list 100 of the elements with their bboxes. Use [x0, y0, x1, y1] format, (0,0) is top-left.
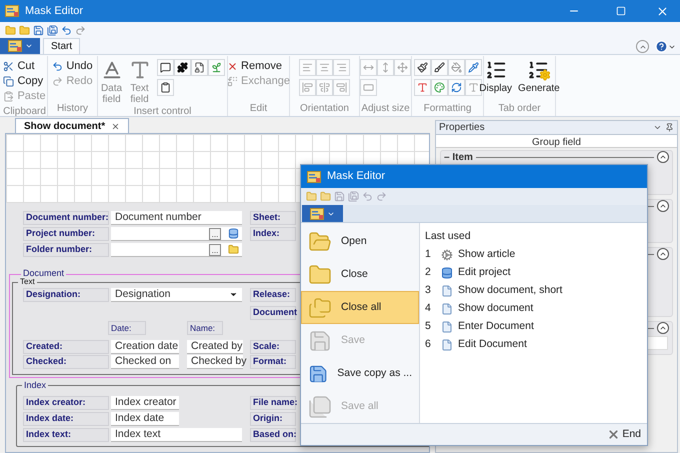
field-label: Scale:: [250, 340, 296, 354]
browse-button[interactable]: ...: [209, 228, 221, 240]
ribbon-button[interactable]: Cut: [3, 59, 46, 74]
caret-icon[interactable]: [668, 43, 676, 51]
field-label: Project number:: [23, 227, 109, 241]
ribbon-tab[interactable]: Start: [43, 38, 80, 54]
numbered-list-gear-icon: [526, 59, 551, 81]
numbered-list-icon: [484, 59, 507, 81]
document-tab[interactable]: Show document*: [15, 118, 130, 133]
menu-item[interactable]: Save copy as ...: [301, 357, 419, 390]
rectangle-icon: [363, 82, 374, 93]
close-tab-icon[interactable]: [111, 122, 120, 130]
chevron-up-icon: [659, 153, 667, 161]
dropdown-field[interactable]: Designation: [111, 288, 242, 302]
ribbon-button[interactable]: Copy: [3, 74, 46, 89]
dropdown-arrow-icon: [229, 290, 238, 299]
collapse-button[interactable]: [657, 322, 669, 334]
collapse-button[interactable]: [657, 200, 669, 212]
pin-icon[interactable]: [665, 123, 674, 132]
recent-item[interactable]: Enter Document: [441, 318, 534, 335]
close-icon[interactable]: [656, 4, 669, 18]
tool-button[interactable]: [156, 59, 174, 76]
paste-icon: [3, 91, 14, 102]
align-left-icon: [302, 62, 313, 73]
recent-item[interactable]: Show document, short: [441, 282, 562, 299]
input-field[interactable]: Index date: [111, 412, 179, 426]
app-menu-button[interactable]: [0, 38, 40, 54]
puzzle-icon: [176, 62, 188, 73]
collapse-button[interactable]: [657, 151, 669, 163]
group-legend: Document: [21, 269, 66, 278]
folder-icon[interactable]: [19, 24, 30, 36]
group-label: Tab order: [498, 102, 541, 116]
align-right-icon: [336, 62, 347, 73]
refresh-icon: [450, 82, 462, 93]
caret-icon: [24, 42, 32, 50]
collapse-button[interactable]: [657, 248, 669, 260]
input-field[interactable]: Checked on: [111, 355, 179, 369]
ribbon-button[interactable]: Display: [479, 59, 512, 94]
field-label: File name:: [250, 396, 296, 410]
input-field[interactable]: Creation date: [111, 340, 179, 354]
input-field[interactable]: Document number: [111, 211, 242, 225]
group-label: Clipboard: [3, 105, 46, 119]
size-icon: [397, 62, 408, 73]
ribbon-button[interactable]: Generate: [518, 59, 560, 94]
tool-button[interactable]: [190, 59, 208, 76]
redo-icon[interactable]: [75, 24, 86, 36]
tool-button[interactable]: [414, 59, 430, 76]
folders-icon: [308, 296, 332, 320]
font-icon: [468, 82, 478, 93]
field-label: Based on:: [250, 428, 296, 442]
menu-item[interactable]: Close all: [301, 291, 419, 324]
input-field[interactable]: Index creator: [111, 396, 179, 410]
collapse-ribbon-button[interactable]: [636, 40, 649, 53]
item-number: 5: [425, 318, 432, 334]
width-icon: [363, 62, 374, 73]
tool-button[interactable]: [174, 59, 190, 76]
paint-bucket-icon: [450, 62, 462, 73]
menu-item[interactable]: Close: [301, 258, 419, 291]
align-middle-icon: [319, 82, 330, 93]
app-menu-button[interactable]: [302, 205, 343, 222]
recent-item[interactable]: Show article: [441, 246, 516, 263]
recent-item[interactable]: Show document: [441, 300, 534, 317]
clipboard-icon: [160, 82, 170, 93]
menu-item[interactable]: Open: [301, 225, 419, 258]
open-folder-icon: [308, 230, 332, 254]
input-field[interactable]: Created by: [187, 340, 243, 354]
recent-item[interactable]: Edit Document: [441, 336, 527, 353]
help-icon[interactable]: [655, 40, 668, 53]
folder-icon[interactable]: [5, 24, 16, 36]
ribbon-button[interactable]: Remove: [227, 59, 290, 74]
cog-icon: [441, 248, 453, 261]
field-label: Index date:: [23, 412, 109, 426]
maximize-icon[interactable]: [616, 6, 626, 16]
recent-item[interactable]: Edit project: [441, 264, 511, 281]
brush-icon: [434, 62, 444, 73]
scissors-icon: [3, 61, 14, 72]
dropdown-icon[interactable]: [653, 123, 662, 132]
group-label: Orientation: [300, 102, 349, 116]
app-icon: [307, 170, 321, 182]
field-label: Origin:: [250, 412, 296, 426]
section-title: – Item: [444, 150, 473, 164]
folder-icon: [228, 244, 239, 255]
field-label: Index text:: [23, 428, 109, 442]
end-button[interactable]: End: [607, 426, 641, 442]
database-icon: [441, 266, 453, 279]
database-icon: [228, 228, 239, 239]
floppy-disks-icon[interactable]: [47, 24, 58, 36]
pipette-icon: [468, 62, 478, 73]
ribbon-button[interactable]: Undo: [52, 59, 93, 74]
tool-button[interactable]: [156, 79, 174, 96]
undo-icon[interactable]: [61, 24, 72, 36]
column-label: Date:: [108, 321, 146, 335]
tool-button[interactable]: [464, 79, 482, 96]
height-icon: [380, 62, 391, 73]
browse-button[interactable]: ...: [209, 244, 221, 256]
tool-button[interactable]: [430, 59, 448, 76]
input-field[interactable]: Index text: [111, 428, 242, 442]
field-label: Sheet:: [250, 211, 296, 225]
close-icon: [607, 428, 620, 441]
group-legend: Index: [22, 381, 48, 390]
